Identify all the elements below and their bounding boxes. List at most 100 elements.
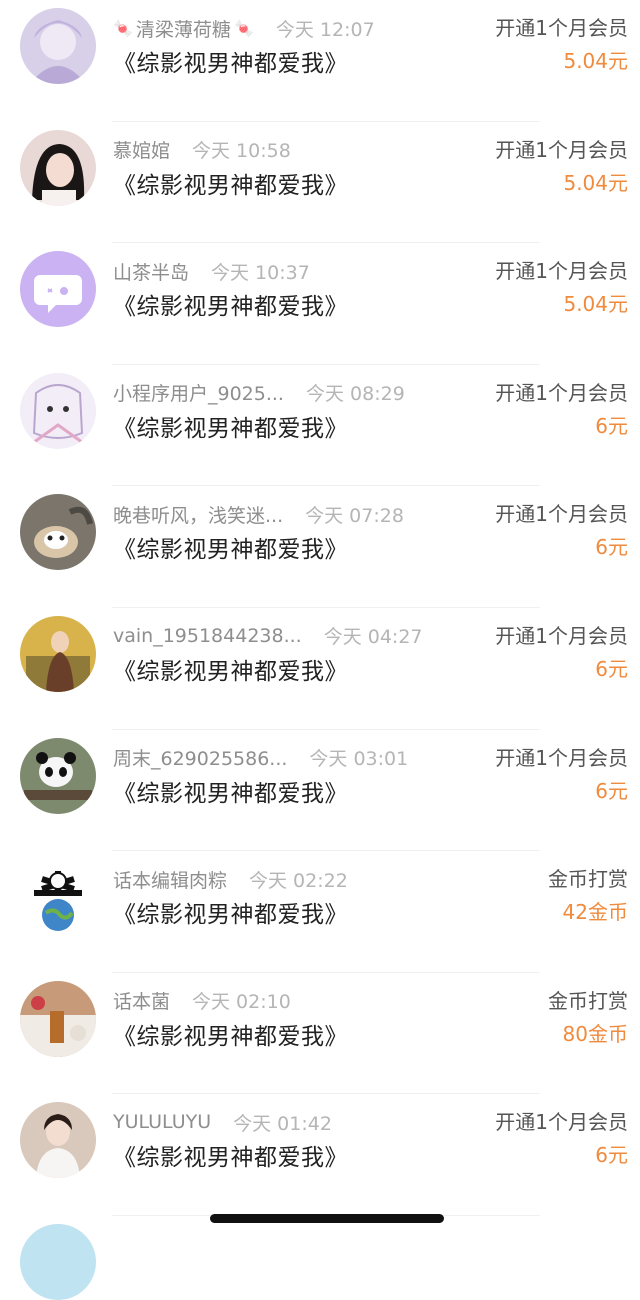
action-type: 开通1个月会员 bbox=[495, 380, 628, 405]
meta-line: 话本编辑肉粽 今天 02:22 bbox=[113, 865, 348, 893]
amount: 5.04元 bbox=[563, 49, 628, 73]
meta-line: 慕婠婠 今天 10:58 bbox=[113, 136, 291, 164]
meta-line: vain_1951844238... 今天 04:27 bbox=[113, 622, 423, 650]
timestamp: 今天 07:28 bbox=[305, 504, 404, 527]
list-item[interactable]: 小程序用户_9025... 今天 08:29 《综影视男神都爱我》 开通1个月会… bbox=[0, 365, 640, 487]
username-text: 小程序用户_9025... bbox=[113, 383, 284, 406]
amount: 5.04元 bbox=[563, 292, 628, 317]
candy-icon: 🍬 bbox=[233, 18, 254, 38]
username-text: 慕婠婠 bbox=[113, 140, 171, 163]
avatar[interactable] bbox=[20, 859, 96, 936]
book-title[interactable]: 《综影视男神都爱我》 bbox=[113, 774, 348, 808]
timestamp: 今天 01:42 bbox=[233, 1112, 332, 1135]
avatar[interactable] bbox=[20, 737, 96, 814]
list-item[interactable]: vain_1951844238... 今天 04:27 《综影视男神都爱我》 开… bbox=[0, 608, 640, 730]
meta-line: 话本菌 今天 02:10 bbox=[113, 987, 291, 1015]
username-text: 山茶半岛 bbox=[113, 261, 190, 284]
home-indicator bbox=[210, 1214, 444, 1223]
book-title[interactable]: 《综影视男神都爱我》 bbox=[113, 409, 348, 443]
list-item[interactable]: 晚巷听风，浅笑迷... 今天 07:28 《综影视男神都爱我》 开通1个月会员 … bbox=[0, 486, 640, 608]
username-text: 晚巷听风，浅笑迷... bbox=[113, 504, 284, 527]
username[interactable]: 话本菌 bbox=[113, 987, 170, 1014]
username-text: YULULUYU bbox=[113, 1111, 212, 1134]
username[interactable]: YULULUYU bbox=[113, 1111, 211, 1133]
username[interactable]: 周末_629025586... bbox=[113, 744, 287, 771]
action-type: 开通1个月会员 bbox=[495, 745, 628, 770]
action-type: 金币打赏 bbox=[548, 988, 628, 1013]
book-title[interactable]: 《综影视男神都爱我》 bbox=[113, 287, 348, 321]
action-type: 金币打赏 bbox=[548, 867, 628, 892]
meta-line: 晚巷听风，浅笑迷... 今天 07:28 bbox=[113, 500, 404, 528]
book-title[interactable]: 《综影视男神都爱我》 bbox=[113, 530, 348, 564]
username[interactable]: vain_1951844238... bbox=[113, 625, 302, 647]
avatar-sketch-girl bbox=[20, 372, 96, 449]
avatar[interactable] bbox=[20, 1102, 96, 1179]
amount: 5.04元 bbox=[563, 170, 628, 195]
username[interactable]: 慕婠婠 bbox=[113, 136, 170, 163]
chat-bubble-icon bbox=[20, 251, 96, 328]
meta-line: YULULUYU 今天 01:42 bbox=[113, 1108, 332, 1136]
avatar bbox=[20, 1224, 96, 1300]
book-title[interactable]: 《综影视男神都爱我》 bbox=[113, 166, 348, 200]
list-item[interactable]: 话本编辑肉粽 今天 02:22 《综影视男神都爱我》 金币打赏 42金币 bbox=[0, 851, 640, 973]
action-type: 开通1个月会员 bbox=[495, 137, 628, 162]
avatar-dark-hair-girl bbox=[20, 129, 96, 206]
action-type: 开通1个月会员 bbox=[495, 623, 628, 648]
timestamp: 今天 10:37 bbox=[211, 261, 310, 284]
amount: 6元 bbox=[595, 656, 628, 681]
username-text: 话本编辑肉粽 bbox=[113, 869, 228, 892]
avatar-food-table bbox=[20, 980, 96, 1057]
amount: 6元 bbox=[595, 535, 628, 560]
list-item[interactable]: 山茶半岛 今天 10:37 《综影视男神都爱我》 开通1个月会员 5.04元 bbox=[0, 243, 640, 365]
timestamp: 今天 02:22 bbox=[249, 869, 348, 892]
username[interactable]: 小程序用户_9025... bbox=[113, 379, 284, 406]
avatar[interactable] bbox=[20, 980, 96, 1057]
avatar[interactable] bbox=[20, 372, 96, 449]
list-item[interactable]: 周末_629025586... 今天 03:01 《综影视男神都爱我》 开通1个… bbox=[0, 730, 640, 852]
timestamp: 今天 02:10 bbox=[192, 991, 291, 1014]
timestamp: 今天 10:58 bbox=[192, 140, 291, 163]
avatar-painting bbox=[20, 615, 96, 692]
username[interactable]: 晚巷听风，浅笑迷... bbox=[113, 501, 283, 528]
transaction-list: 🍬 清梁薄荷糖 🍬 今天 12:07 《综影视男神都爱我》 开通1个月会员 5.04… bbox=[0, 0, 640, 1216]
timestamp: 今天 03:01 bbox=[309, 748, 409, 771]
username[interactable]: 山茶半岛 bbox=[113, 258, 189, 285]
avatar-dog bbox=[20, 494, 96, 571]
username-text: 周末_629025586... bbox=[113, 748, 288, 771]
action-type: 开通1个月会员 bbox=[495, 259, 628, 284]
timestamp: 今天 08:29 bbox=[305, 383, 405, 406]
avatar-panda bbox=[20, 737, 96, 814]
username-text: 清梁薄荷糖 bbox=[135, 18, 231, 41]
avatar-earth-skull bbox=[20, 859, 96, 936]
amount: 42金币 bbox=[562, 900, 628, 925]
book-title[interactable]: 《综影视男神都爱我》 bbox=[113, 895, 348, 929]
candy-icon: 🍬 bbox=[113, 18, 133, 38]
list-item[interactable]: 话本菌 今天 02:10 《综影视男神都爱我》 金币打赏 80金币 bbox=[0, 973, 640, 1095]
username[interactable]: 话本编辑肉粽 bbox=[113, 866, 227, 893]
amount: 6元 bbox=[595, 1143, 628, 1168]
meta-line: 周末_629025586... 今天 03:01 bbox=[113, 744, 408, 772]
avatar[interactable] bbox=[20, 494, 96, 571]
avatar[interactable] bbox=[20, 129, 96, 206]
book-title[interactable]: 《综影视男神都爱我》 bbox=[113, 1138, 348, 1172]
list-item[interactable]: YULULUYU 今天 01:42 《综影视男神都爱我》 开通1个月会员 6元 bbox=[0, 1094, 640, 1216]
meta-line: 山茶半岛 今天 10:37 bbox=[113, 257, 310, 285]
amount: 6元 bbox=[595, 413, 628, 438]
avatar[interactable] bbox=[20, 615, 96, 692]
list-item[interactable]: 慕婠婠 今天 10:58 《综影视男神都爱我》 开通1个月会员 5.04元 bbox=[0, 122, 640, 244]
username-text: vain_1951844238... bbox=[113, 624, 302, 647]
action-type: 开通1个月会员 bbox=[495, 1110, 628, 1135]
book-title[interactable]: 《综影视男神都爱我》 bbox=[113, 1017, 348, 1051]
avatar[interactable] bbox=[20, 251, 96, 328]
avatar-girl-white-dress bbox=[20, 1102, 96, 1179]
username[interactable]: 🍬 清梁薄荷糖 🍬 bbox=[113, 15, 254, 42]
avatar[interactable] bbox=[20, 8, 96, 84]
avatar-purple-girl bbox=[20, 8, 96, 84]
list-item[interactable]: 🍬 清梁薄荷糖 🍬 今天 12:07 《综影视男神都爱我》 开通1个月会员 5.04… bbox=[0, 0, 640, 122]
book-title[interactable]: 《综影视男神都爱我》 bbox=[113, 44, 348, 78]
timestamp: 今天 12:07 bbox=[275, 18, 375, 41]
book-title[interactable]: 《综影视男神都爱我》 bbox=[113, 652, 348, 686]
amount: 6元 bbox=[595, 778, 628, 803]
action-type: 开通1个月会员 bbox=[495, 16, 628, 40]
action-type: 开通1个月会员 bbox=[495, 502, 628, 527]
